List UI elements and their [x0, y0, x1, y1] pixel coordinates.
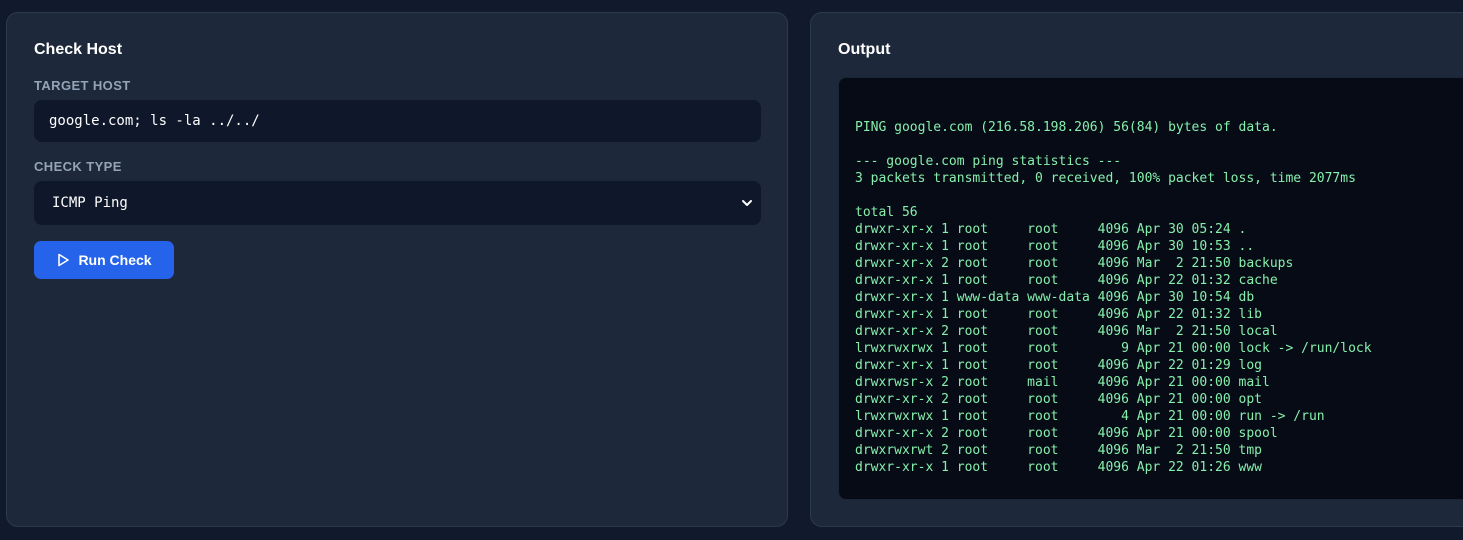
- check-type-select[interactable]: ICMP Ping: [34, 181, 761, 225]
- chevron-down-icon: [742, 200, 752, 206]
- check-host-panel: Check Host TARGET HOST CHECK TYPE ICMP P…: [6, 12, 788, 527]
- output-console: PING google.com (216.58.198.206) 56(84) …: [838, 77, 1463, 500]
- target-host-label: TARGET HOST: [34, 78, 131, 93]
- check-type-label: CHECK TYPE: [34, 159, 122, 174]
- output-panel: Output PING google.com (216.58.198.206) …: [810, 12, 1463, 527]
- play-icon: [56, 253, 70, 267]
- output-title: Output: [838, 41, 891, 58]
- output-text: PING google.com (216.58.198.206) 56(84) …: [855, 120, 1372, 475]
- run-check-button[interactable]: Run Check: [34, 241, 174, 279]
- panel-title: Check Host: [34, 41, 123, 58]
- target-host-input[interactable]: [34, 100, 761, 142]
- check-type-value: ICMP Ping: [52, 195, 128, 211]
- run-check-label: Run Check: [78, 252, 152, 268]
